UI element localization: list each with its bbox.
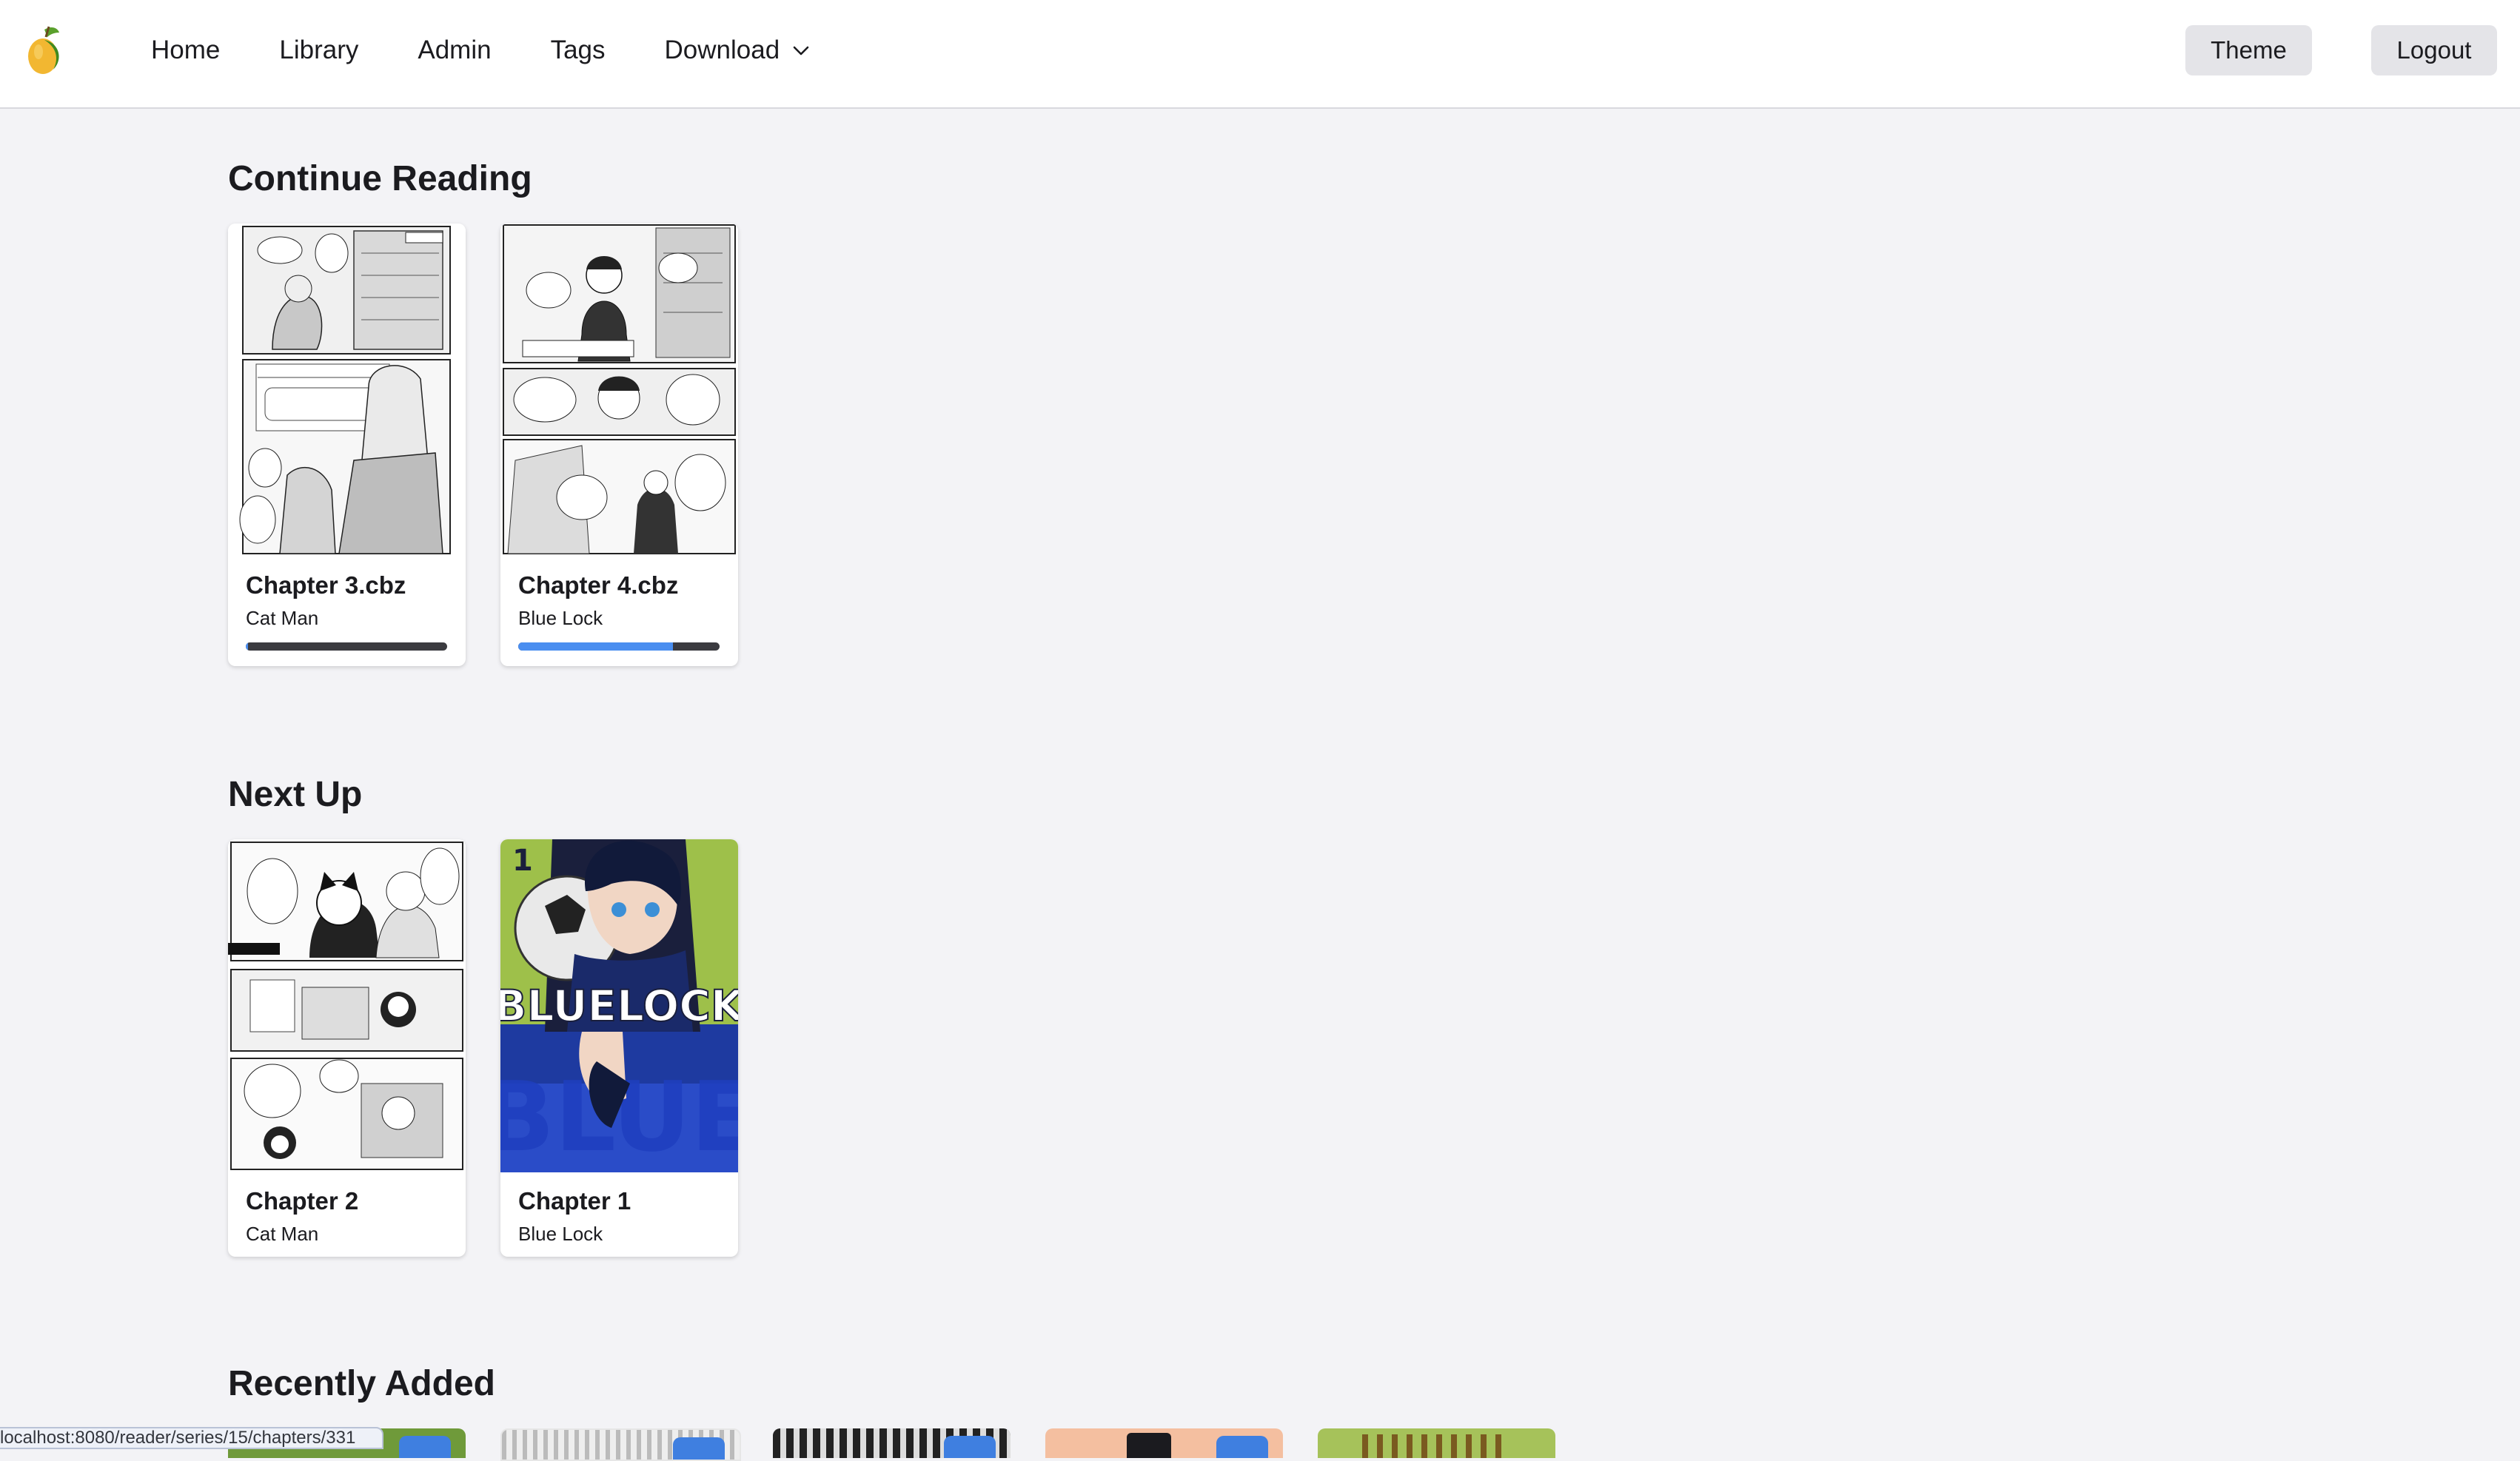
nav-download-label: Download [664, 36, 780, 64]
nav-library-link[interactable]: Library [279, 36, 358, 65]
chapter-thumbnail [228, 224, 466, 557]
series-name: Cat Man [246, 607, 319, 629]
continue-reading-card[interactable]: Chapter 3.cbz Cat Man [228, 224, 466, 666]
chapter-thumbnail [500, 224, 738, 557]
reading-progress-bar [246, 642, 447, 651]
next-up-heading: Next Up [228, 775, 363, 814]
svg-text:1: 1 [512, 844, 533, 878]
next-up-card[interactable]: Chapter 2 Cat Man [228, 839, 466, 1257]
chapter-title: Chapter 3.cbz [246, 571, 406, 599]
chapter-thumbnail [228, 839, 466, 1172]
nav-home-link[interactable]: Home [151, 36, 220, 65]
status-bar-url: localhost:8080/reader/series/15/chapters… [0, 1427, 383, 1449]
new-badge [399, 1436, 451, 1458]
logout-button[interactable]: Logout [2371, 25, 2497, 75]
continue-reading-heading: Continue Reading [228, 159, 532, 198]
recently-added-heading: Recently Added [228, 1364, 495, 1403]
reading-progress-fill [246, 642, 248, 651]
chapter-title: Chapter 1 [518, 1187, 631, 1215]
svg-text:BLUELOCK: BLUELOCK [500, 981, 738, 1031]
recently-added-card[interactable] [773, 1428, 1011, 1458]
nav-links: Home Library Admin Tags Download [151, 0, 870, 101]
chevron-down-icon [793, 46, 809, 56]
chapter-title: Chapter 4.cbz [518, 571, 679, 599]
recently-added-card[interactable] [1045, 1428, 1283, 1458]
top-navbar: Home Library Admin Tags Download Theme L… [0, 0, 2520, 109]
new-badge [673, 1437, 725, 1460]
series-name: Blue Lock [518, 607, 603, 629]
new-badge [1216, 1436, 1268, 1458]
series-name: Cat Man [246, 1223, 319, 1245]
chapter-thumbnail: BLUELOCK BLUE 1 [500, 839, 738, 1172]
nav-tags-link[interactable]: Tags [551, 36, 606, 65]
reading-progress-bar [518, 642, 720, 651]
continue-reading-card[interactable]: Chapter 4.cbz Blue Lock [500, 224, 738, 666]
recently-added-card[interactable] [1318, 1428, 1555, 1458]
chapter-title: Chapter 2 [246, 1187, 359, 1215]
nav-download-dropdown[interactable]: Download [665, 36, 811, 65]
nav-admin-link[interactable]: Admin [418, 36, 491, 65]
theme-button[interactable]: Theme [2185, 25, 2312, 75]
mango-logo-icon[interactable] [22, 24, 67, 75]
next-up-card[interactable]: BLUELOCK BLUE 1 Chapter 1 Blue Lock [500, 839, 738, 1257]
recently-added-card[interactable] [500, 1428, 741, 1461]
new-badge [944, 1436, 996, 1458]
reading-progress-fill [518, 642, 674, 651]
series-name: Blue Lock [518, 1223, 603, 1245]
